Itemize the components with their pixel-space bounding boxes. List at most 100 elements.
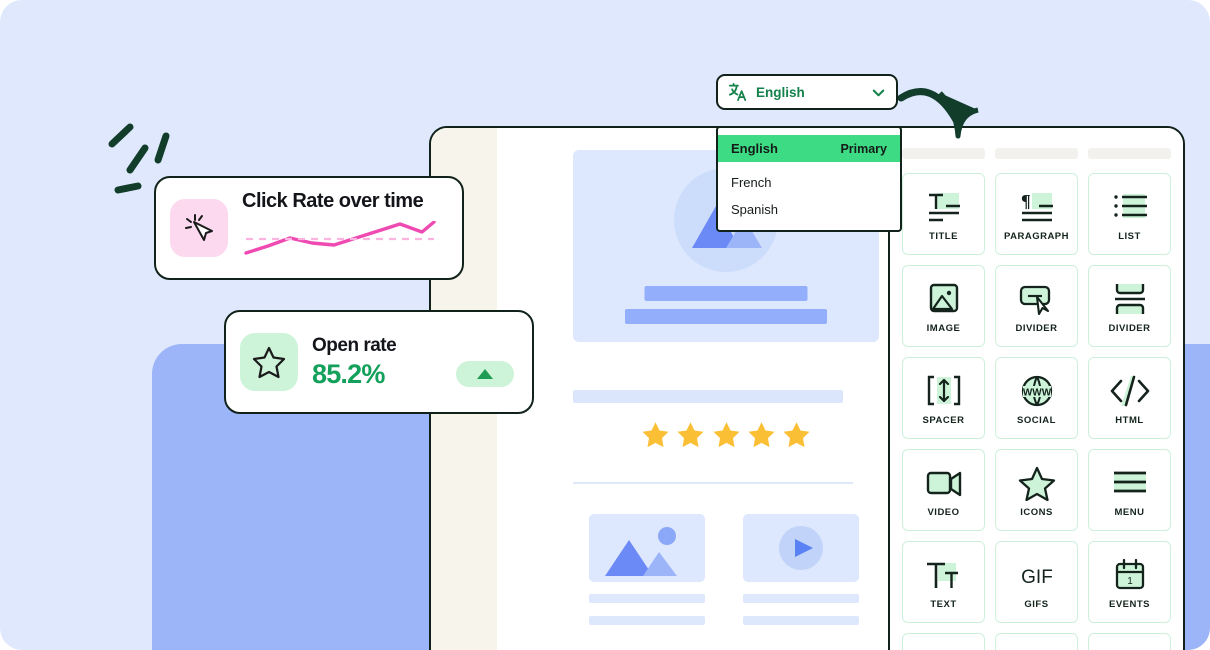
star-filled-icon xyxy=(642,422,669,448)
illustration-stage: TITLE ¶ PARAGRAPH LIST IMAGE DIVIDER DIV… xyxy=(0,0,1210,650)
block-card-image[interactable]: IMAGE xyxy=(902,265,985,347)
media-caption-bar xyxy=(589,616,705,625)
block-label: SPACER xyxy=(922,415,965,426)
block-card-list[interactable]: LIST xyxy=(1088,173,1171,255)
media-caption-bar xyxy=(743,616,859,625)
paragraph-icon: ¶ xyxy=(1016,186,1058,228)
svg-text:¶: ¶ xyxy=(1021,191,1031,211)
sparkle-line xyxy=(108,123,134,148)
placeholder-bar xyxy=(1088,148,1171,159)
curved-arrow-icon xyxy=(898,88,979,139)
block-card-html[interactable]: HTML xyxy=(1088,357,1171,439)
image-placeholder-icon xyxy=(605,527,677,576)
metric-card-body: Click Rate over time xyxy=(228,190,448,266)
language-option-spanish[interactable]: Spanish xyxy=(718,196,900,223)
play-button-icon xyxy=(779,526,823,570)
blocks-panel: TITLE ¶ PARAGRAPH LIST IMAGE DIVIDER DIV… xyxy=(890,128,1183,650)
sparkle-line xyxy=(126,144,149,174)
rating-stars xyxy=(640,420,812,450)
metric-card-open-rate[interactable]: Open rate 85.2% xyxy=(224,310,534,414)
block-label: MENU xyxy=(1114,507,1145,518)
block-card-calendar[interactable]: 1 xyxy=(902,633,985,650)
block-card-divider[interactable]: DIVIDER xyxy=(1088,265,1171,347)
star-filled-icon xyxy=(748,422,775,448)
block-card-chat[interactable] xyxy=(995,633,1078,650)
menu-lines-icon xyxy=(1109,462,1151,504)
metric-card-value: 85.2% xyxy=(312,358,385,389)
placeholder-bar xyxy=(995,148,1078,159)
image-icon xyxy=(923,278,965,320)
media-video-block[interactable] xyxy=(743,514,859,582)
language-dropdown-menu[interactable]: English Primary French Spanish xyxy=(716,126,902,232)
media-caption-bar xyxy=(743,594,859,603)
menu-gap xyxy=(718,162,900,169)
star-icon xyxy=(240,333,298,391)
block-card-social[interactable]: WWW SOCIAL xyxy=(995,357,1078,439)
calendar-icon: 1 xyxy=(1109,554,1151,596)
divider-icon xyxy=(1109,278,1151,320)
up-triangle-icon xyxy=(477,369,493,379)
block-card-text[interactable]: TEXT xyxy=(902,541,985,623)
language-selector[interactable]: English xyxy=(716,74,898,110)
translate-icon xyxy=(728,82,747,102)
trend-up-badge xyxy=(456,361,514,387)
block-card-gifs[interactable]: GIF GIFS xyxy=(995,541,1078,623)
svg-text:WWW: WWW xyxy=(1022,388,1051,399)
chevron-down-icon[interactable] xyxy=(871,85,886,100)
block-label: TEXT xyxy=(930,599,957,610)
block-card-gauge[interactable] xyxy=(1088,633,1171,650)
media-caption-bar xyxy=(589,594,705,603)
spacer-icon xyxy=(923,370,965,412)
blocks-grid: TITLE ¶ PARAGRAPH LIST IMAGE DIVIDER DIV… xyxy=(902,173,1171,650)
language-option-label: Spanish xyxy=(731,202,778,217)
menu-top-padding xyxy=(718,128,900,135)
sparkle-line xyxy=(114,182,142,194)
gif-icon: GIF xyxy=(1016,554,1058,596)
svg-text:GIF: GIF xyxy=(1021,567,1053,588)
block-label: EVENTS xyxy=(1108,599,1150,610)
block-label: DIVIDER xyxy=(1015,323,1058,334)
language-option-french[interactable]: French xyxy=(718,169,900,196)
language-selector-value: English xyxy=(756,84,805,100)
block-label: LIST xyxy=(1118,231,1141,242)
block-label: TITLE xyxy=(929,231,958,242)
menu-bottom-padding xyxy=(718,223,900,230)
block-card-events[interactable]: 1 EVENTS xyxy=(1088,541,1171,623)
block-label: VIDEO xyxy=(927,507,960,518)
code-icon xyxy=(1109,370,1151,412)
canvas-text-bar xyxy=(573,390,843,403)
language-option-badge: Primary xyxy=(840,141,887,156)
social-www-icon: WWW xyxy=(1016,370,1058,412)
block-card-video[interactable]: VIDEO xyxy=(902,449,985,531)
block-card-spacer[interactable]: SPACER xyxy=(902,357,985,439)
block-label: HTML xyxy=(1115,415,1144,426)
block-card-paragraph[interactable]: ¶ PARAGRAPH xyxy=(995,173,1078,255)
language-option-label: French xyxy=(731,175,772,190)
block-label: DIVIDER xyxy=(1108,323,1151,334)
media-image-block[interactable] xyxy=(589,514,705,582)
star-filled-icon xyxy=(713,422,739,448)
video-camera-icon xyxy=(923,462,965,504)
star-filled-icon xyxy=(783,422,810,448)
hero-text-bar-1 xyxy=(644,286,808,301)
sparkle-lines-decoration xyxy=(108,123,170,194)
block-card-title[interactable]: TITLE xyxy=(902,173,985,255)
click-rate-sparkline xyxy=(242,220,448,266)
language-option-english[interactable]: English Primary xyxy=(718,135,900,162)
list-icon xyxy=(1109,186,1151,228)
block-label: PARAGRAPH xyxy=(1003,231,1070,242)
block-card-menu[interactable]: MENU xyxy=(1088,449,1171,531)
block-label: ICONS xyxy=(1020,507,1053,518)
block-card-icons[interactable]: ICONS xyxy=(995,449,1078,531)
language-option-label: English xyxy=(731,141,778,156)
title-icon xyxy=(923,186,965,228)
block-label: IMAGE xyxy=(926,323,961,334)
block-label: SOCIAL xyxy=(1017,415,1056,426)
block-card-button[interactable]: DIVIDER xyxy=(995,265,1078,347)
metric-card-title: Open rate xyxy=(312,334,397,356)
text-size-icon xyxy=(923,554,965,596)
metric-card-title: Click Rate over time xyxy=(242,190,424,212)
button-icon xyxy=(1016,278,1058,320)
sparkle-line xyxy=(154,132,170,164)
svg-text:1: 1 xyxy=(1127,576,1133,587)
